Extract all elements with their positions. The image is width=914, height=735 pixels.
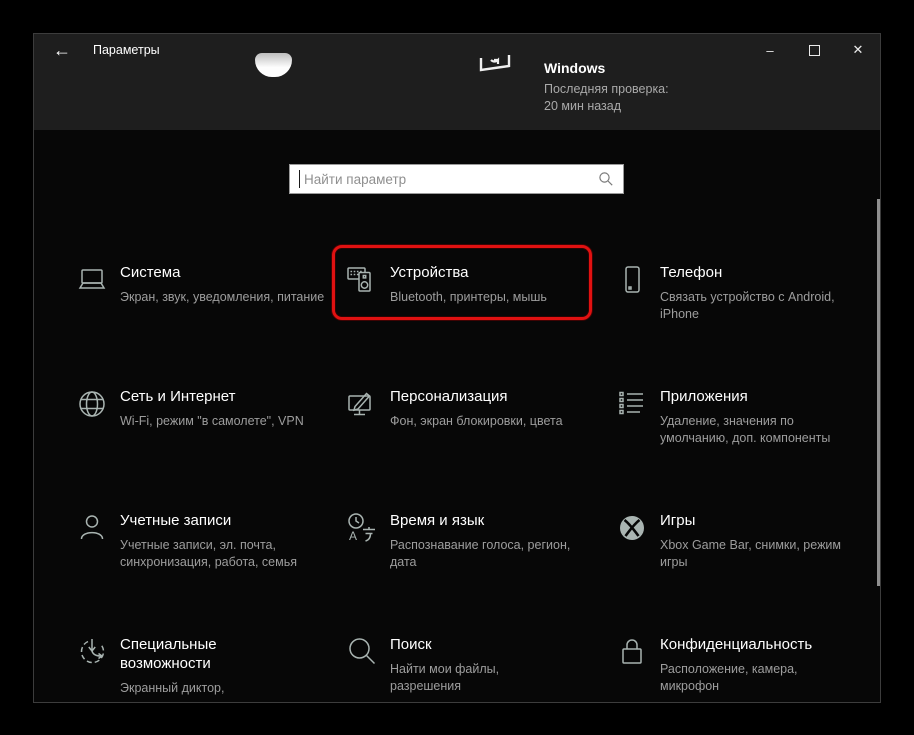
tile-subtitle: Расположение, камера, микрофон [660,662,798,693]
tile-subtitle: Связать устройство с Android, iPhone [660,290,835,321]
tile-title: Поиск [390,636,432,653]
close-icon: ✕ [852,42,864,57]
globe-icon [74,386,110,422]
text-caret [299,170,300,188]
tile-phone[interactable]: Телефон Связать устройство с Android, iP… [614,261,880,385]
tile-apps[interactable]: Приложения Удаление, значения по умолчан… [614,385,880,509]
tile-title: Сеть и Интернет [120,388,236,405]
search-icon [599,172,613,186]
search-box[interactable] [289,164,624,194]
tile-accounts[interactable]: Учетные записи Учетные записи, эл. почта… [74,509,344,633]
tile-subtitle: Экран, звук, уведомления, питание [120,290,325,304]
tile-subtitle: Удаление, значения по умолчанию, доп. ко… [660,414,831,445]
tile-search[interactable]: Поиск Найти мои файлы, разрешения [344,633,614,702]
settings-window: Windows Последняя проверка: 20 мин назад… [33,33,881,703]
tile-title: Специальные возможности [120,636,217,672]
tile-devices[interactable]: Устройства Bluetooth, принтеры, мышь [344,261,614,385]
tile-network[interactable]: Сеть и Интернет Wi-Fi, режим "в самолете… [74,385,344,509]
tile-title: Телефон [660,264,723,281]
tile-subtitle: Учетные записи, эл. почта, синхронизация… [120,538,298,569]
person-icon [74,510,110,546]
back-button[interactable]: ← [48,37,76,63]
windows-update-status: Windows Последняя проверка: 20 мин назад [544,60,669,114]
scrollbar[interactable] [877,199,880,586]
header-band: Windows Последняя проверка: 20 мин назад… [34,34,880,130]
clock-translate-icon: A [344,510,380,546]
svg-text:A: A [349,529,357,543]
maximize-icon [808,44,820,56]
monitor-pen-icon [344,386,380,422]
minimize-icon: – [766,42,774,58]
settings-tile-grid: Система Экран, звук, уведомления, питани… [74,261,880,702]
xbox-icon [614,510,650,546]
tile-subtitle: Распознавание голоса, регион, дата [390,538,571,569]
tile-title: Система [120,264,181,281]
tile-privacy[interactable]: Конфиденциальность Расположение, камера,… [614,633,880,702]
tile-personalization[interactable]: Персонализация Фон, экран блокировки, цв… [344,385,614,509]
tile-title: Учетные записи [120,512,232,529]
maximize-button[interactable] [792,34,836,66]
minimize-button[interactable]: – [748,34,792,66]
smartphone-icon [614,262,650,298]
tile-subtitle: Найти мои файлы, разрешения [390,662,500,693]
tile-time-language[interactable]: A Время и язык Распознавание голоса, рег… [344,509,614,633]
list-icon [614,386,650,422]
tile-title: Персонализация [390,388,508,405]
magnifier-icon [344,634,380,670]
tile-subtitle: Экранный диктор, контрастность [120,681,225,702]
titlebar: ← Параметры – ✕ [34,34,880,66]
tile-title: Устройства [390,264,469,281]
tile-title: Время и язык [390,512,485,529]
tile-system[interactable]: Система Экран, звук, уведомления, питани… [74,261,344,385]
page-title: Параметры [93,43,160,57]
tile-gaming[interactable]: Игры Xbox Game Bar, снимки, режим игры [614,509,880,633]
tile-title: Конфиденциальность [660,636,813,653]
keyboard-speaker-icon [344,262,380,298]
tile-subtitle: Bluetooth, принтеры, мышь [390,290,547,304]
laptop-icon [74,262,110,298]
tile-subtitle: Фон, экран блокировки, цвета [390,414,563,428]
search-input[interactable] [302,170,598,188]
tile-title: Игры [660,512,696,529]
tile-ease-of-access[interactable]: Специальные возможности Экранный диктор,… [74,633,344,702]
tile-subtitle: Wi-Fi, режим "в самолете", VPN [120,414,304,428]
caption-buttons: – ✕ [748,34,880,66]
windows-update-status-value: 20 мин назад [544,98,622,113]
desktop-background: { "window": { "title": "Параметры", "gly… [0,0,914,735]
tile-subtitle: Xbox Game Bar, снимки, режим игры [660,538,842,569]
ease-of-access-icon [74,634,110,670]
tile-title: Приложения [660,388,748,405]
close-button[interactable]: ✕ [836,34,880,66]
lock-icon [614,634,650,670]
windows-update-status-label: Последняя проверка: [544,82,669,96]
